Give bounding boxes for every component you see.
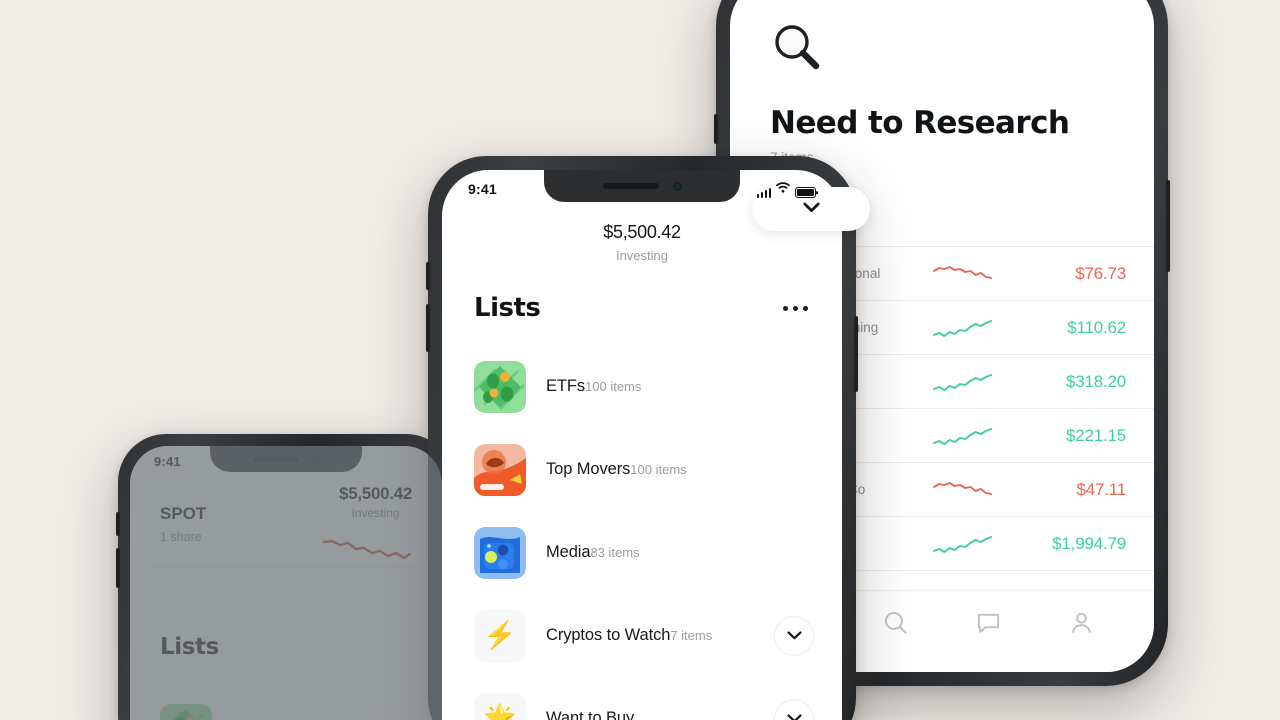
list-item[interactable]: Top Movers100 items [442, 428, 842, 511]
star-icon: 🌟 [474, 692, 526, 720]
page-title: Need to Research [770, 105, 1070, 141]
list-item[interactable]: ETFs100 items [442, 345, 842, 428]
lists-header: Lists [442, 263, 842, 323]
list-item-count: 7 items [670, 628, 713, 643]
need-to-research-header: Need to Research 7 items [730, 0, 1154, 165]
expand-list-button[interactable] [774, 698, 814, 720]
chevron-down-icon [786, 714, 802, 720]
lists-collection[interactable]: ETFs100 items Top Movers100 items Media83 … [442, 323, 842, 720]
stock-price: $47.11 [1076, 479, 1126, 499]
balance-left: $5,500.42 Investing [339, 484, 412, 520]
chat-icon[interactable] [975, 609, 1002, 641]
page-title-left: Lists [160, 634, 219, 660]
list-item-label: Cryptos to Watch [546, 626, 671, 644]
stock-price: $221.15 [1065, 425, 1126, 445]
divider-left [152, 566, 420, 567]
price-sparkline [933, 481, 993, 495]
media-artwork-icon [474, 526, 526, 579]
holding-shares: 1 share [160, 530, 202, 544]
power-button-center[interactable] [854, 316, 858, 392]
list-item[interactable]: ⚡ Cryptos to Watch7 items [442, 594, 842, 677]
scene: Need to Research 7 items Porto Internati… [0, 0, 1280, 720]
list-item[interactable]: Media83 items [442, 511, 842, 594]
list-item-left[interactable]: ETFs [160, 704, 270, 720]
more-options-icon[interactable] [781, 298, 810, 319]
phone-center: 9:41 $5,500.42 Investing Lists ETFs100 i… [426, 156, 858, 720]
holding-sparkline-left [322, 539, 412, 560]
holding-row-left[interactable]: SPOT 1 share [160, 504, 206, 544]
list-item-count: 100 items [630, 462, 687, 477]
stock-price: $1,994.79 [1052, 533, 1126, 553]
list-item-count: 83 items [590, 545, 640, 560]
earpiece-speaker [602, 183, 659, 189]
volume-down-button-left[interactable] [116, 548, 120, 588]
price-sparkline [933, 535, 993, 553]
page-title: Lists [474, 293, 541, 323]
volume-down-button-center[interactable] [426, 304, 430, 352]
price-sparkline [933, 427, 993, 445]
volume-up-button[interactable] [714, 114, 718, 144]
search-icon[interactable] [882, 609, 909, 641]
front-camera [672, 181, 682, 191]
power-button[interactable] [1166, 180, 1170, 272]
price-sparkline [933, 319, 993, 337]
phone-left-notch [210, 446, 362, 472]
list-item-label: ETFs [546, 377, 586, 395]
expand-list-button[interactable] [774, 615, 814, 656]
top-movers-artwork-icon [474, 443, 526, 496]
phone-left-screen: 9:41 $5,500.42 Investing SPOT 1 share Li… [130, 446, 442, 720]
phone-center-screen: 9:41 $5,500.42 Investing Lists ETFs100 i… [442, 170, 842, 720]
volume-up-button-left[interactable] [116, 512, 120, 536]
status-time: 9:41 [154, 453, 181, 469]
profile-icon[interactable] [1068, 609, 1095, 641]
chevron-down-icon [786, 631, 802, 640]
stock-price: $110.62 [1067, 317, 1126, 337]
list-item[interactable]: 🌟 Want to Buy [442, 677, 842, 720]
list-item-label: Want to Buy [546, 709, 635, 720]
phone-left: 9:41 $5,500.42 Investing SPOT 1 share Li… [116, 434, 454, 720]
price-sparkline [933, 265, 993, 279]
earpiece-speaker [252, 456, 299, 462]
stock-price: $76.73 [1075, 263, 1126, 283]
balance-amount: $5,500.42 [339, 484, 412, 503]
stock-price: $318.20 [1065, 371, 1126, 391]
phone-center-notch [544, 170, 740, 202]
balance-label: Investing [615, 248, 669, 263]
etfs-artwork-icon [160, 704, 212, 720]
list-item-label: Media [546, 543, 591, 561]
holding-ticker: SPOT [160, 504, 207, 523]
price-sparkline [933, 373, 993, 391]
chevron-down-icon [802, 200, 820, 218]
list-item-label: Top Movers [546, 460, 631, 478]
balance-label: Investing [351, 506, 400, 520]
collapse-pill-button[interactable] [752, 187, 870, 231]
volume-up-button-center[interactable] [426, 262, 430, 290]
etfs-artwork-icon [474, 360, 526, 413]
front-camera [312, 455, 320, 463]
list-item-count: 100 items [585, 379, 642, 394]
magnifier-icon [770, 20, 1114, 79]
lightning-bolt-icon: ⚡ [474, 609, 526, 662]
